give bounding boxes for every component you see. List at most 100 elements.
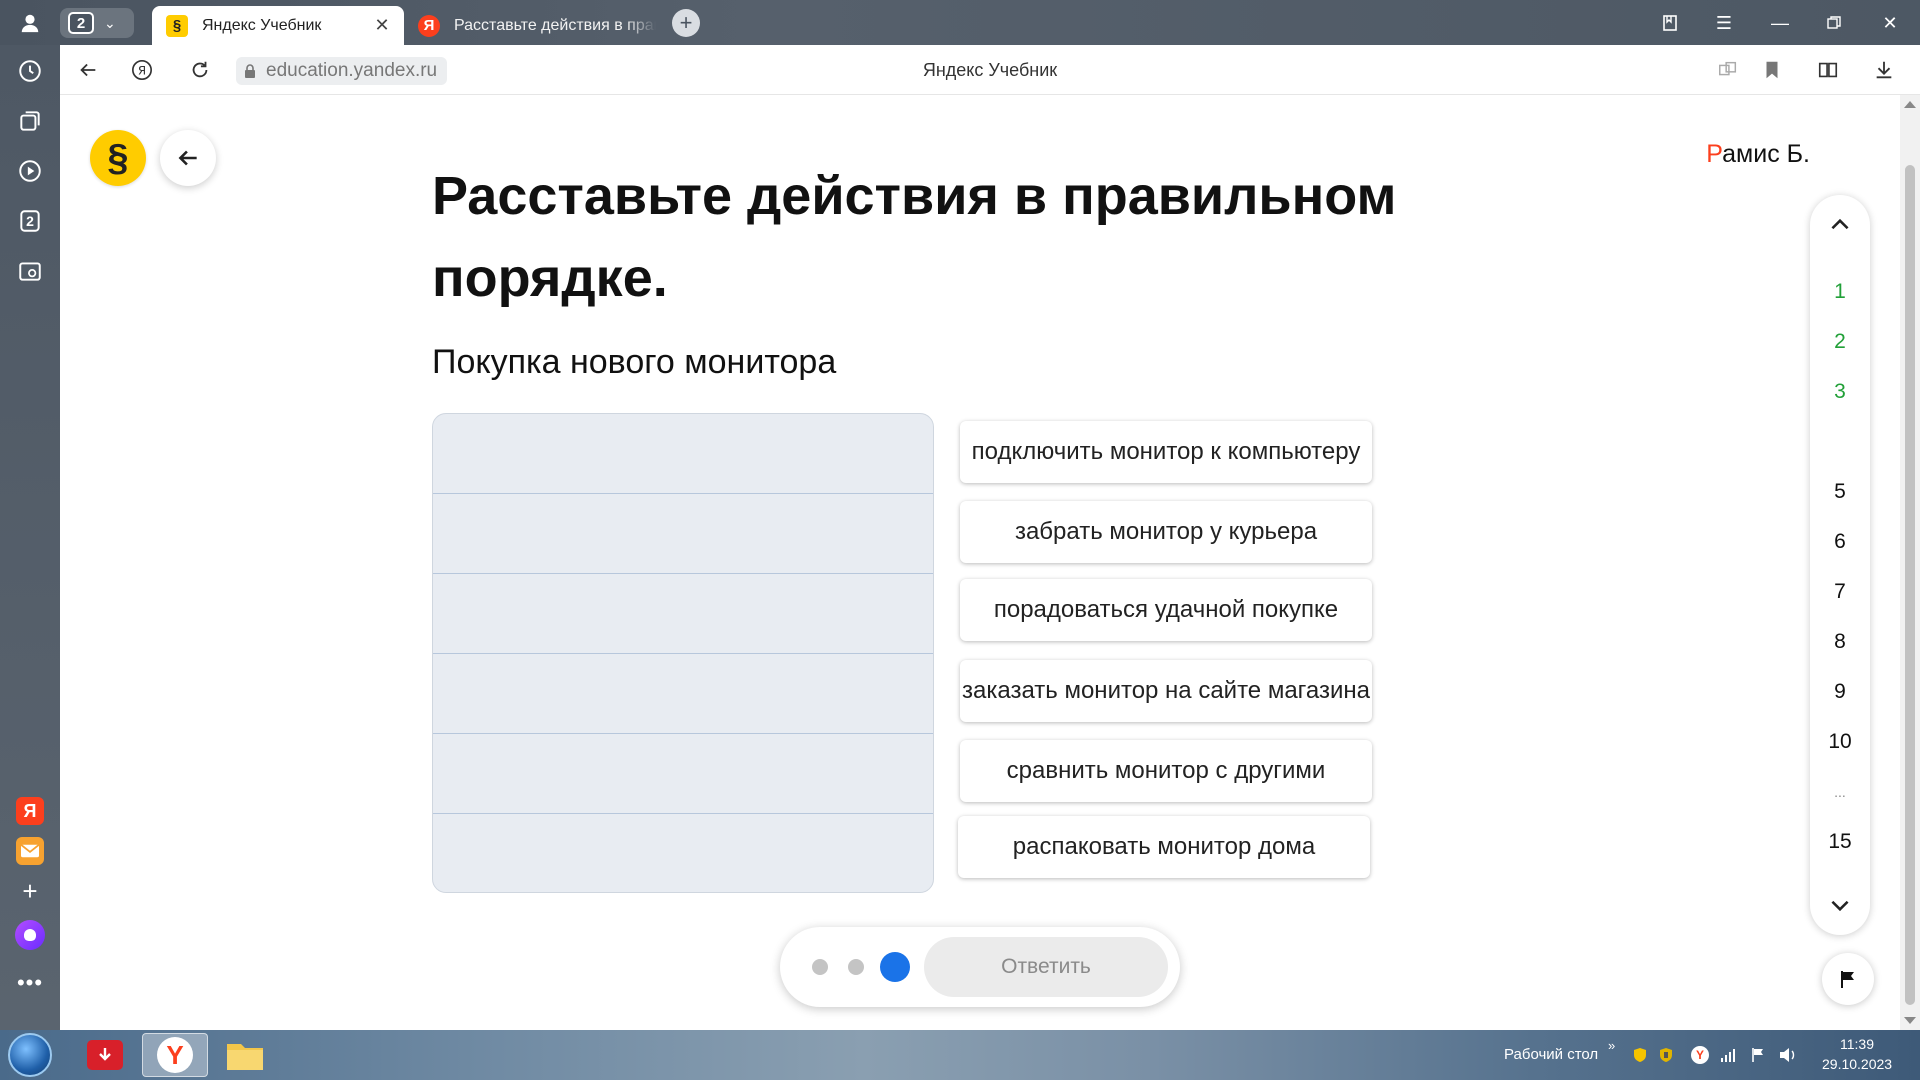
- close-window-button[interactable]: ✕: [1870, 8, 1910, 38]
- new-tab-button[interactable]: +: [672, 9, 700, 37]
- answer-dropzone[interactable]: [432, 413, 934, 893]
- question-nav-item[interactable]: 3: [1815, 369, 1865, 415]
- tab-title: Расставьте действия в правильном: [454, 16, 656, 34]
- scroll-up-arrow[interactable]: [1904, 101, 1916, 108]
- maximize-button[interactable]: [1814, 8, 1854, 38]
- user-name[interactable]: Рамис Б.: [1706, 140, 1810, 169]
- option-card[interactable]: забрать монитор у курьера: [960, 501, 1372, 563]
- alice-icon[interactable]: [14, 919, 46, 951]
- question-nav-item[interactable]: 1: [1815, 269, 1865, 315]
- user-name-rest: амис Б.: [1722, 140, 1810, 168]
- question-nav-label: 10: [1828, 730, 1852, 753]
- video-icon[interactable]: [14, 155, 46, 187]
- question-nav-item[interactable]: 2: [1815, 319, 1865, 365]
- history-icon[interactable]: [14, 55, 46, 87]
- back-button[interactable]: [72, 55, 104, 85]
- scroll-down-arrow[interactable]: [1904, 1017, 1916, 1024]
- network-icon[interactable]: [1718, 1045, 1738, 1065]
- tab-strip: 2 ⌄ § Яндекс Учебник ✕ Я Расставьте дейс…: [0, 0, 1920, 45]
- scroll-thumb[interactable]: [1905, 165, 1915, 1005]
- bookmark-icon[interactable]: [1756, 55, 1788, 85]
- yandex-logo-icon: Я: [132, 60, 152, 80]
- answer-slot[interactable]: [433, 654, 933, 734]
- start-button[interactable]: [8, 1033, 52, 1077]
- option-card[interactable]: заказать монитор на сайте магазина: [960, 660, 1372, 722]
- arrow-left-icon: [178, 150, 197, 166]
- question-nav-item[interactable]: 8: [1815, 619, 1865, 665]
- question-nav-item[interactable]: 5: [1815, 469, 1865, 515]
- option-card[interactable]: подключить монитор к компьютеру: [960, 421, 1372, 483]
- page-content: § Рамис Б. Расставьте действия в правиль…: [60, 95, 1900, 1030]
- browser-sidebar: 2 Я + •••: [0, 45, 60, 1030]
- option-card[interactable]: распаковать монитор дома: [958, 816, 1370, 878]
- question-nav-item[interactable]: 10: [1815, 719, 1865, 765]
- question-nav-label: 1: [1834, 280, 1846, 303]
- minimize-button[interactable]: —: [1760, 8, 1800, 38]
- progress-dot-current: [880, 952, 910, 982]
- lock-icon: [245, 64, 255, 78]
- url-field[interactable]: education.yandex.ru: [236, 57, 448, 85]
- flag-button[interactable]: [1822, 953, 1874, 1005]
- clock-time[interactable]: 11:39: [1840, 1036, 1874, 1052]
- folder-icon: [227, 1044, 263, 1070]
- question-nav-item[interactable]: 6: [1815, 519, 1865, 565]
- collections-icon[interactable]: [1650, 8, 1690, 38]
- more-icon[interactable]: •••: [14, 967, 46, 999]
- tab-active[interactable]: § Яндекс Учебник ✕: [152, 6, 404, 45]
- translate-icon[interactable]: [1712, 55, 1744, 85]
- submit-answer-button[interactable]: Ответить: [924, 937, 1168, 997]
- yandex-home-button[interactable]: Я: [126, 55, 158, 85]
- tab-inactive[interactable]: Я Расставьте действия в правильном: [408, 6, 656, 45]
- option-card[interactable]: порадоваться удачной покупке: [960, 579, 1372, 641]
- taskbar-app-downloader[interactable]: [72, 1033, 138, 1077]
- clock-date[interactable]: 29.10.2023: [1822, 1056, 1892, 1072]
- progress-dot: [848, 959, 864, 975]
- taskbar-app-yandex-browser[interactable]: Y: [142, 1033, 208, 1077]
- question-nav-label: 4: [1834, 430, 1846, 453]
- arrow-left-icon: [80, 63, 96, 77]
- reader-icon[interactable]: [1812, 55, 1844, 85]
- screenshot-icon[interactable]: [14, 255, 46, 287]
- yandex-tray-icon[interactable]: Y: [1690, 1045, 1710, 1065]
- page-back-button[interactable]: [160, 130, 216, 186]
- question-nav-item[interactable]: 9: [1815, 669, 1865, 715]
- mail-icon[interactable]: [14, 835, 46, 867]
- option-card[interactable]: сравнить монитор с другими: [960, 740, 1372, 802]
- yandex-browser-icon: Y: [157, 1037, 193, 1073]
- question-nav-item[interactable]: 4: [1815, 417, 1865, 467]
- tabs-sidebar-icon[interactable]: 2: [14, 205, 46, 237]
- nav-down-button[interactable]: [1810, 885, 1870, 925]
- yandex-uchebnik-logo[interactable]: §: [90, 130, 146, 186]
- question-title: Расставьте действия в правильном порядке…: [432, 166, 1397, 308]
- volume-icon[interactable]: [1778, 1045, 1798, 1065]
- action-center-flag-icon[interactable]: [1748, 1045, 1768, 1065]
- menu-icon[interactable]: ☰: [1704, 8, 1744, 38]
- answer-slot[interactable]: [433, 494, 933, 574]
- answer-slot[interactable]: [433, 414, 933, 494]
- reload-button[interactable]: [184, 55, 216, 85]
- download-icon[interactable]: [1868, 55, 1900, 85]
- tabs-counter-button[interactable]: 2 ⌄: [60, 8, 134, 38]
- question-nav-item[interactable]: 7: [1815, 569, 1865, 615]
- tray-expand-icon[interactable]: »: [1608, 1038, 1615, 1053]
- security-icon[interactable]: [1656, 1045, 1676, 1065]
- desktop-toolbar-label[interactable]: Рабочий стол: [1504, 1046, 1598, 1063]
- sidebar-tabs-badge: 2: [26, 213, 34, 229]
- yandex-app-icon[interactable]: Я: [14, 795, 46, 827]
- tab-favicon: §: [166, 14, 188, 37]
- collections-sidebar-icon[interactable]: [14, 105, 46, 137]
- page-scrollbar[interactable]: [1900, 95, 1920, 1030]
- close-tab-icon[interactable]: ✕: [370, 15, 394, 36]
- nav-up-button[interactable]: [1810, 205, 1870, 245]
- svg-text:Я: Я: [138, 64, 146, 78]
- add-icon[interactable]: +: [14, 875, 46, 907]
- taskbar-app-explorer[interactable]: [212, 1033, 278, 1077]
- question-nav-item[interactable]: 15: [1815, 819, 1865, 865]
- download-arrow-icon: [99, 1048, 111, 1061]
- question-nav-label: 3: [1834, 380, 1846, 403]
- profile-button[interactable]: [14, 8, 46, 38]
- answer-slot[interactable]: [433, 734, 933, 814]
- answer-slot[interactable]: [433, 574, 933, 654]
- shield-icon[interactable]: [1630, 1045, 1650, 1065]
- answer-slot[interactable]: [433, 814, 933, 892]
